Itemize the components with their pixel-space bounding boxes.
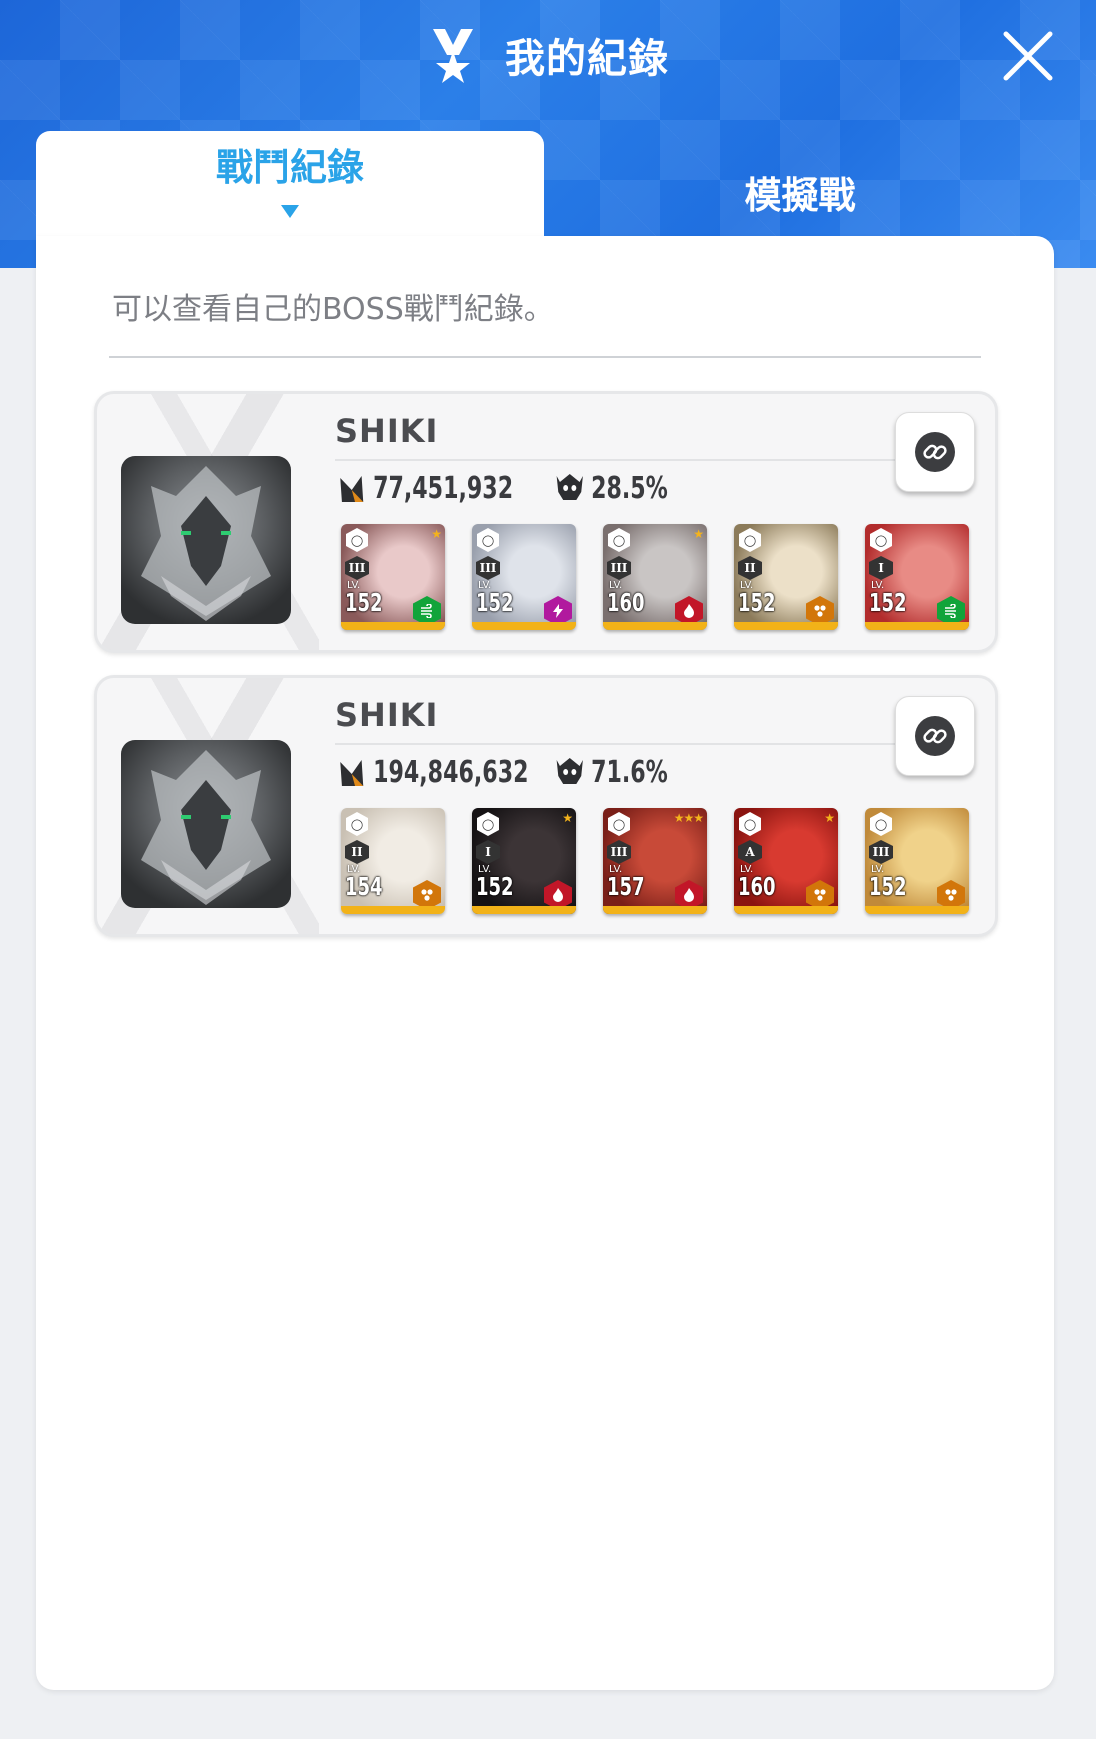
content-panel: 可以查看自己的BOSS戰鬥紀錄。 SHIKI 77,451,932 28.5% … [36, 236, 1054, 1690]
tab-battle-record[interactable]: 戰鬥紀錄 [36, 131, 544, 237]
character-level: 160 [607, 588, 645, 617]
name-divider [335, 743, 895, 745]
character-card[interactable]: ◯ III LV. 152 [472, 524, 576, 630]
player-name: SHIKI [335, 412, 439, 450]
tab-battle-record-label: 戰鬥紀錄 [216, 145, 364, 189]
character-card[interactable]: ◯ A LV. 160 ★ [734, 808, 838, 914]
boss-avatar [121, 740, 291, 908]
close-icon[interactable] [1000, 28, 1056, 84]
damage-stat: 194,846,632 [337, 754, 528, 790]
stars-icon: ★★★ [673, 811, 704, 825]
rarity-bar [472, 622, 576, 630]
rarity-bar [734, 906, 838, 914]
name-divider [335, 459, 895, 461]
tab-simulation-label: 模擬戰 [744, 174, 856, 217]
character-level: 152 [476, 872, 514, 901]
rarity-bar [865, 622, 969, 630]
character-list: ◯ III LV. 152 ★ ◯ III LV. 152 ◯ III LV. … [341, 524, 969, 630]
divider [109, 356, 981, 358]
damage-icon [340, 476, 364, 502]
character-level: 152 [476, 588, 514, 617]
character-card[interactable]: ◯ III LV. 152 [865, 808, 969, 914]
character-list: ◯ II LV. 154 ◯ I LV. 152 ★ ◯ III LV. 157… [341, 808, 969, 914]
link-icon [915, 716, 955, 756]
character-level: 157 [607, 872, 645, 901]
rarity-bar [341, 906, 445, 914]
character-card[interactable]: ◯ III LV. 152 ★ [341, 524, 445, 630]
record-card: SHIKI 194,846,632 71.6% ◯ II LV. 154 ◯ I… [94, 675, 998, 937]
rarity-bar [341, 622, 445, 630]
rarity-bar [734, 622, 838, 630]
description-text: 可以查看自己的BOSS戰鬥紀錄。 [112, 292, 554, 327]
character-card[interactable]: ◯ III LV. 157 ★★★ [603, 808, 707, 914]
link-button[interactable] [895, 412, 975, 492]
character-level: 152 [345, 588, 383, 617]
tab-simulation[interactable]: 模擬戰 [544, 131, 1056, 237]
rarity-bar [603, 906, 707, 914]
percent-value: 28.5% [591, 470, 668, 506]
character-level: 160 [738, 872, 776, 901]
rarity-bar [603, 622, 707, 630]
character-level: 154 [345, 872, 383, 901]
damage-value: 77,451,932 [373, 470, 514, 506]
stars-icon: ★ [693, 527, 704, 541]
character-level: 152 [869, 872, 907, 901]
character-card[interactable]: ◯ III LV. 160 ★ [603, 524, 707, 630]
skull-icon [556, 758, 583, 784]
title-bar: 我的紀錄 [0, 20, 1096, 90]
skull-icon [556, 474, 583, 500]
record-card: SHIKI 77,451,932 28.5% ◯ III LV. 152 ★ ◯… [94, 391, 998, 653]
percent-stat: 71.6% [555, 754, 668, 790]
caret-down-icon [281, 204, 299, 218]
percent-value: 71.6% [591, 754, 668, 790]
rarity-bar [472, 906, 576, 914]
character-card[interactable]: ◯ II LV. 152 [734, 524, 838, 630]
stars-icon: ★ [431, 527, 442, 541]
character-level: 152 [738, 588, 776, 617]
character-card[interactable]: ◯ II LV. 154 [341, 808, 445, 914]
character-card[interactable]: ◯ I LV. 152 ★ [472, 808, 576, 914]
boss-avatar [121, 456, 291, 624]
link-button[interactable] [895, 696, 975, 776]
damage-value: 194,846,632 [373, 754, 529, 790]
page-title: 我的紀錄 [505, 36, 669, 82]
character-card[interactable]: ◯ I LV. 152 [865, 524, 969, 630]
player-name: SHIKI [335, 696, 439, 734]
stars-icon: ★ [824, 811, 835, 825]
character-level: 152 [869, 588, 907, 617]
link-icon [915, 432, 955, 472]
damage-stat: 77,451,932 [337, 470, 513, 506]
damage-icon [340, 760, 364, 786]
stars-icon: ★ [562, 811, 573, 825]
percent-stat: 28.5% [555, 470, 668, 506]
medal-star-icon [433, 29, 473, 83]
rarity-bar [865, 906, 969, 914]
